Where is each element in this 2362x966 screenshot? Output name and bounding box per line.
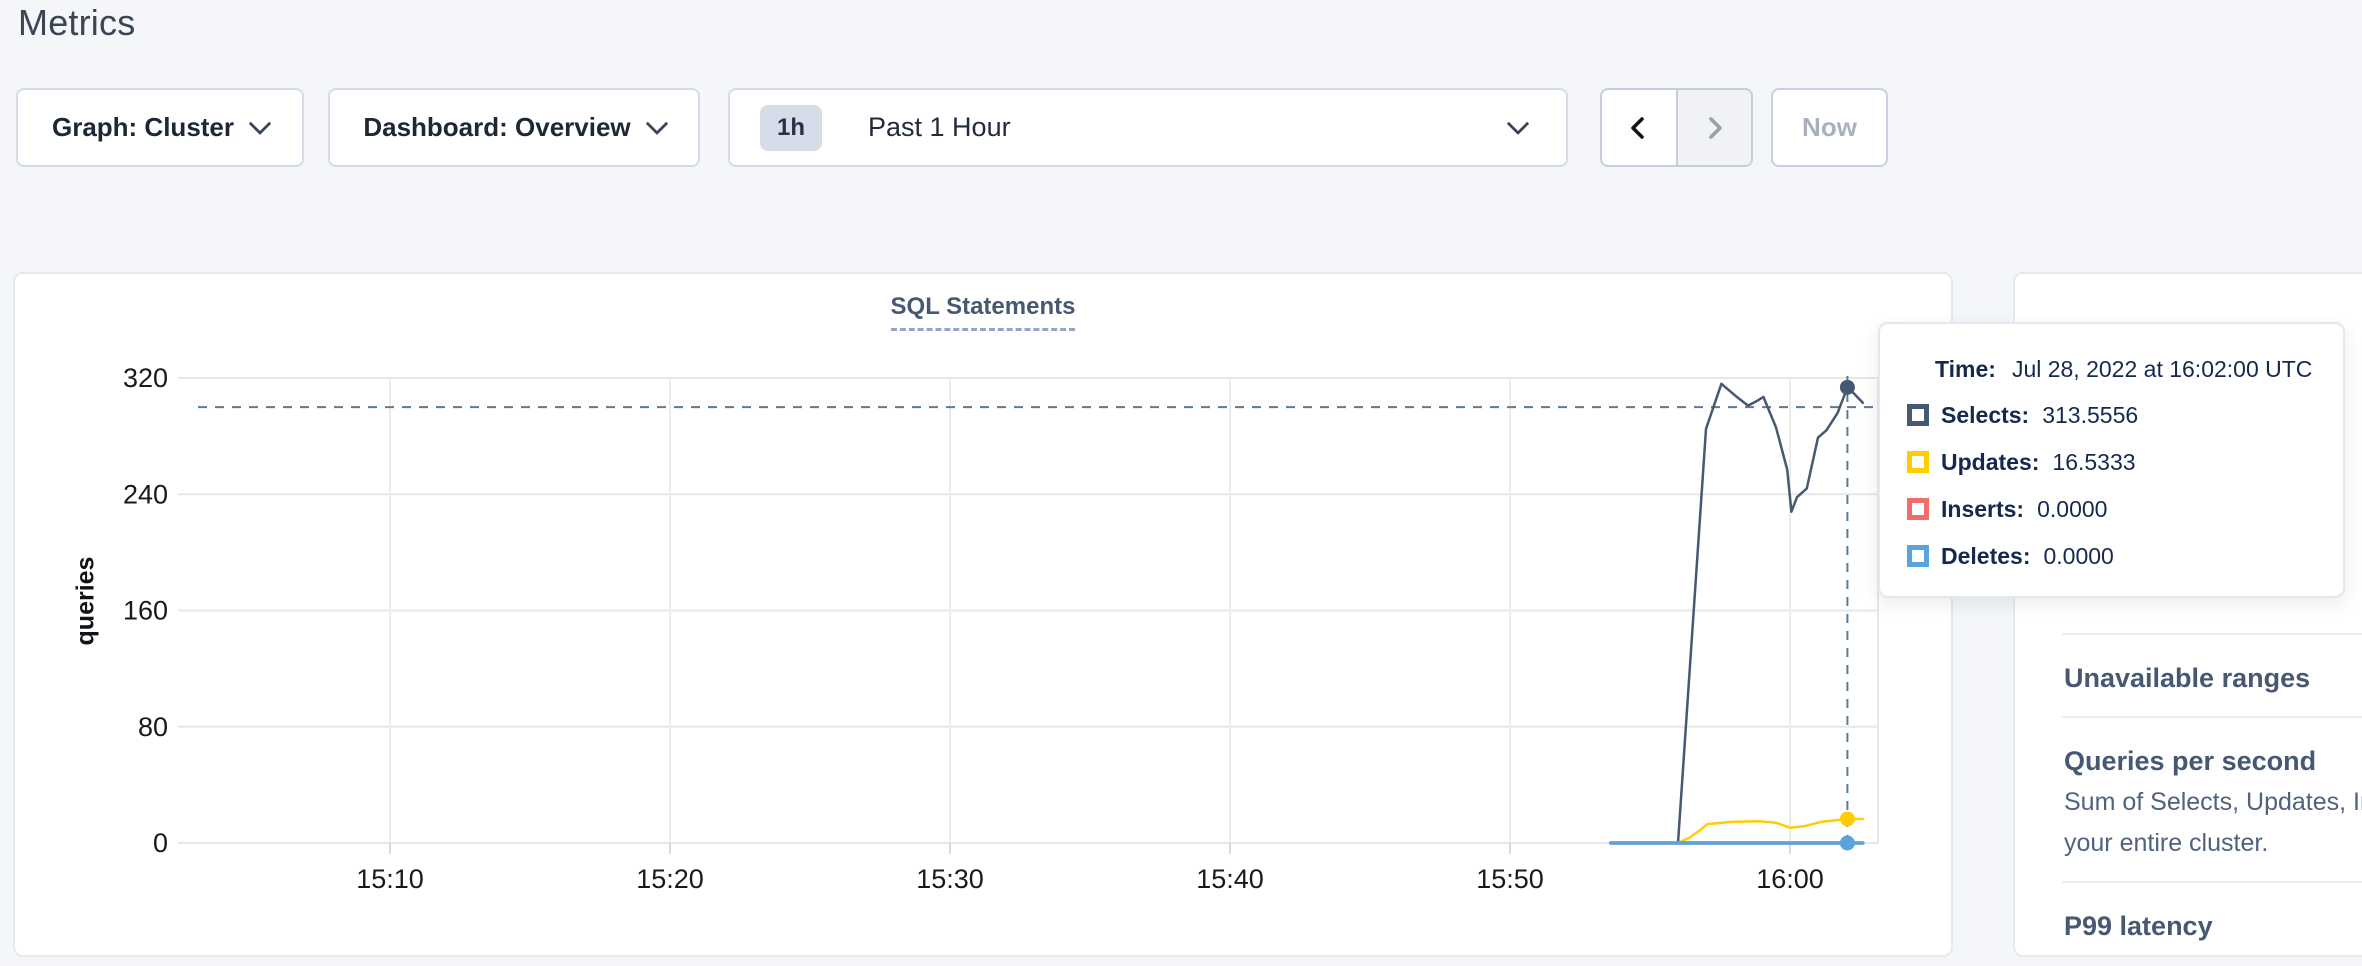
chart-title[interactable]: SQL Statements — [891, 293, 1076, 331]
sidebar-item-description: Sum of Selects, Updates, Inser — [2064, 787, 2362, 818]
tooltip-series-row: Inserts: 0.0000 — [1907, 497, 2138, 521]
sidebar-item-title: Unavailable ranges — [2064, 662, 2362, 694]
series-swatch-icon — [1907, 498, 1929, 520]
chevron-down-icon — [1507, 112, 1530, 135]
tooltip-time-label: Time: — [1935, 356, 1996, 382]
sidebar-divider — [2062, 716, 2362, 718]
sidebar-item: P99 latency — [2015, 910, 2362, 957]
series-swatch-icon — [1907, 451, 1929, 473]
graph-dropdown[interactable]: Graph: Cluster — [16, 88, 304, 167]
chart-title-wrap: SQL Statements — [13, 293, 1953, 331]
sidebar-item-title: P99 latency — [2064, 910, 2362, 942]
tooltip-series-row: Updates: 16.5333 — [1907, 450, 2138, 474]
dashboard-dropdown[interactable]: Dashboard: Overview — [328, 88, 700, 167]
chevron-down-icon — [645, 112, 668, 135]
sidebar-item-title: Queries per second — [2064, 745, 2362, 777]
series-swatch-icon — [1907, 545, 1929, 567]
tooltip-series-rows: Selects: 313.5556 Updates: 16.5333 Inser… — [1907, 403, 2138, 568]
now-button-label: Now — [1802, 112, 1857, 143]
time-range-dropdown[interactable]: 1h Past 1 Hour — [728, 88, 1568, 167]
now-button[interactable]: Now — [1771, 88, 1888, 167]
tooltip-series-row: Deletes: 0.0000 — [1907, 544, 2138, 568]
time-range-badge: 1h — [760, 105, 822, 151]
tooltip-time-value: Jul 28, 2022 at 16:02:00 UTC — [2012, 356, 2312, 382]
page-title: Metrics — [18, 2, 135, 44]
tooltip-time-row: Time: Jul 28, 2022 at 16:02:00 UTC — [1935, 356, 2312, 383]
tooltip-series-label: Selects: — [1941, 402, 2029, 429]
time-range-label: Past 1 Hour — [868, 112, 1011, 143]
chart-plot-area[interactable] — [178, 378, 1878, 843]
next-time-button[interactable] — [1676, 90, 1752, 165]
tooltip-series-value: 313.5556 — [2042, 402, 2138, 429]
sidebar-divider — [2062, 633, 2362, 635]
sidebar-items: Unavailable ranges Queries per second Su… — [2015, 633, 2362, 957]
chevron-left-icon — [1625, 114, 1653, 142]
sidebar-item-description: your entire cluster. — [2064, 828, 2362, 859]
dashboard-dropdown-label: Dashboard: Overview — [363, 112, 630, 143]
metrics-page: { "page": { "title": "Metrics" }, "toolb… — [0, 0, 2362, 966]
graph-dropdown-label: Graph: Cluster — [52, 112, 234, 143]
tooltip-series-label: Inserts: — [1941, 496, 2024, 523]
chevron-right-icon — [1700, 114, 1728, 142]
chart-hover-tooltip: Time: Jul 28, 2022 at 16:02:00 UTC Select… — [1878, 322, 2345, 598]
tooltip-series-value: 0.0000 — [2043, 543, 2113, 570]
tooltip-series-value: 0.0000 — [2037, 496, 2107, 523]
y-axis-label: queries — [72, 557, 101, 646]
time-window-nav — [1600, 88, 1753, 167]
sidebar-item: Queries per second Sum of Selects, Updat… — [2015, 745, 2362, 881]
chevron-down-icon — [249, 112, 272, 135]
tooltip-series-value: 16.5333 — [2052, 449, 2135, 476]
tooltip-series-row: Selects: 313.5556 — [1907, 403, 2138, 427]
tooltip-series-label: Updates: — [1941, 449, 2039, 476]
series-swatch-icon — [1907, 404, 1929, 426]
prev-time-button[interactable] — [1602, 90, 1676, 165]
sidebar-divider — [2062, 881, 2362, 883]
tooltip-series-label: Deletes: — [1941, 543, 2030, 570]
sidebar-item: Unavailable ranges — [2015, 662, 2362, 716]
